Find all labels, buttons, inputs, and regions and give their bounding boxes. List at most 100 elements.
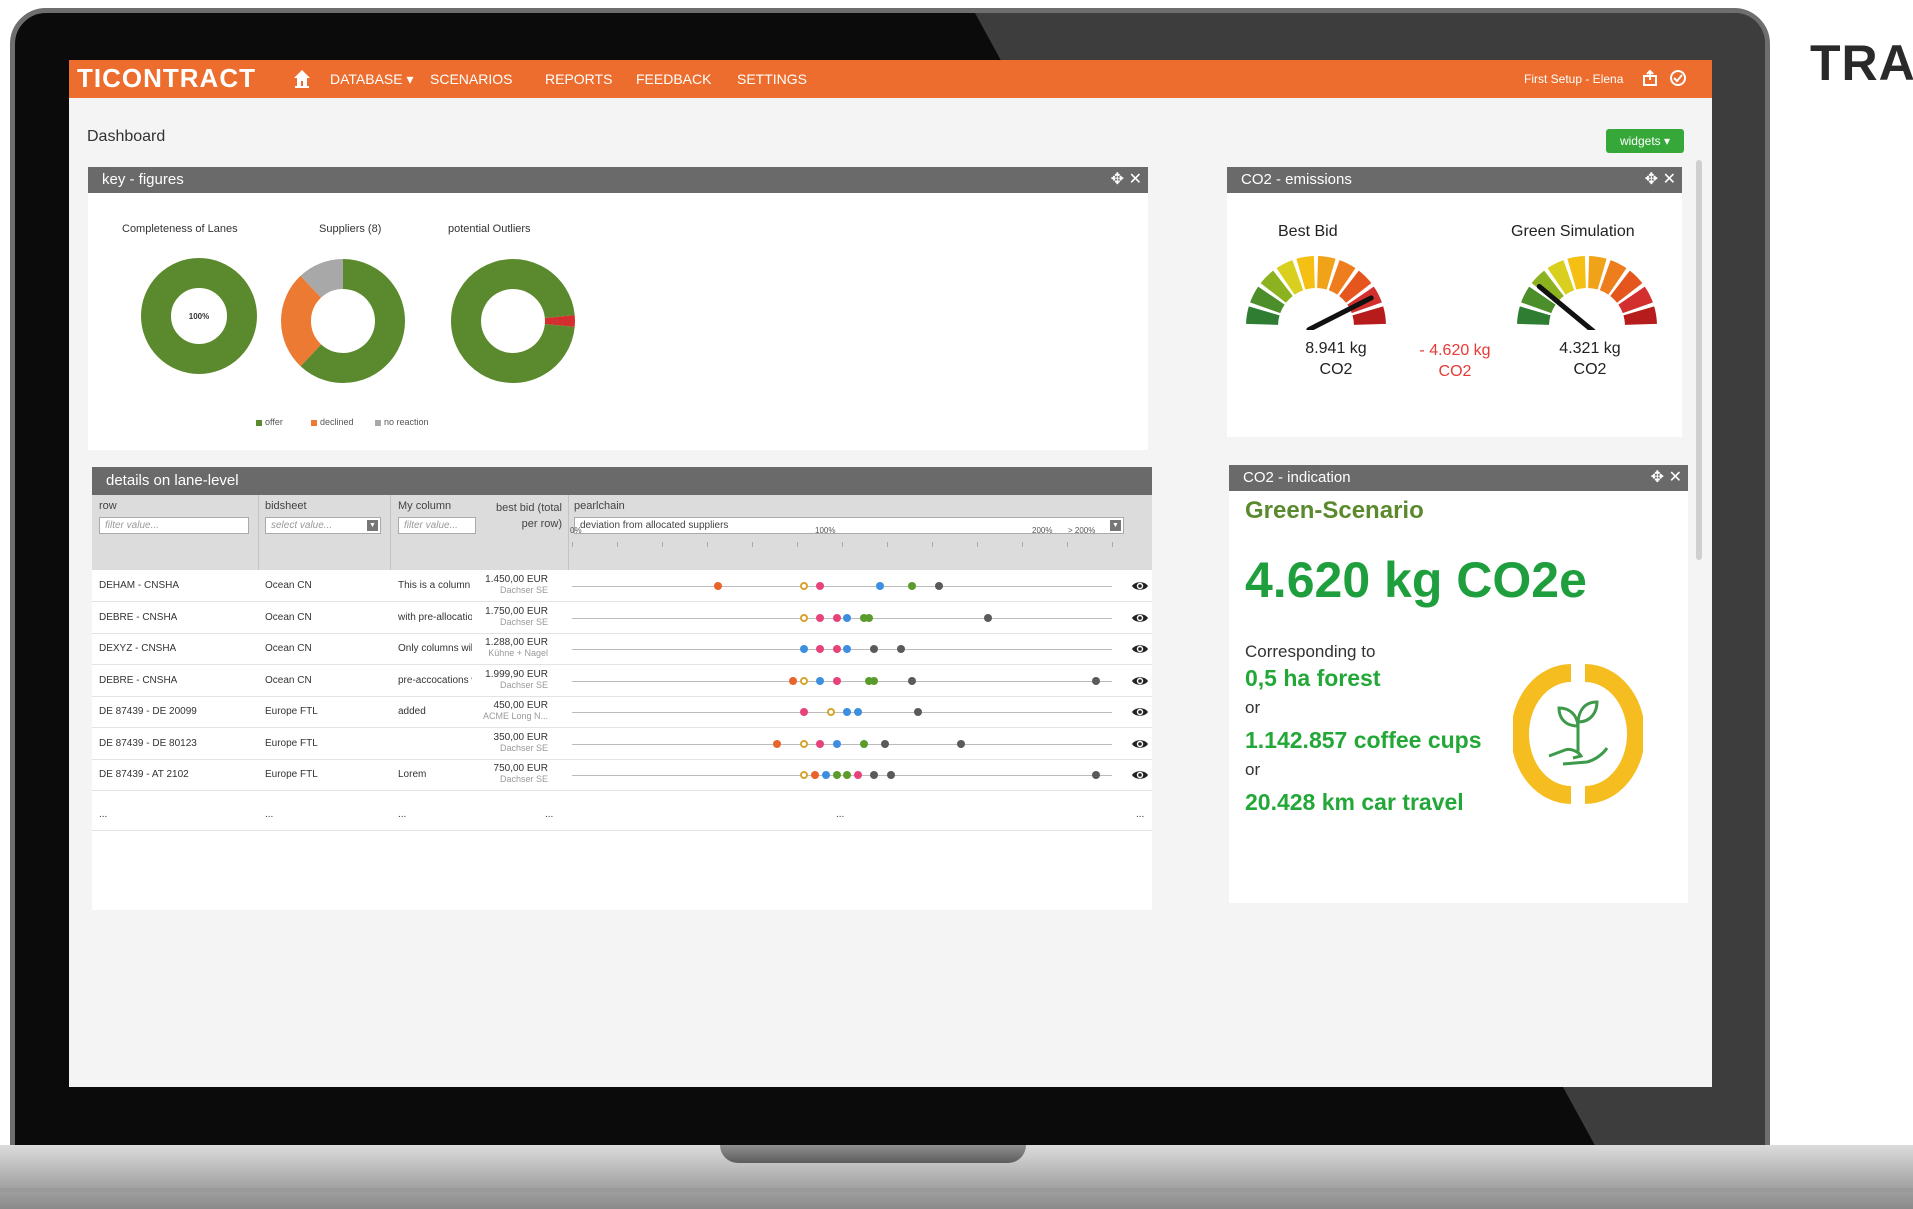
header-best-bid[interactable]: best bid (total per row) <box>482 500 562 532</box>
close-icon[interactable]: ✕ <box>1669 465 1682 491</box>
page-scrollbar-thumb[interactable] <box>1696 160 1702 560</box>
co2-difference-unit: CO2 <box>1438 363 1472 380</box>
pearl-dot[interactable] <box>832 676 841 685</box>
close-icon[interactable]: ✕ <box>1663 167 1676 193</box>
my-column-filter-input[interactable]: filter value... <box>398 517 476 534</box>
pearl-dot[interactable] <box>859 739 868 748</box>
pearl-dot[interactable] <box>913 708 922 716</box>
header-pearlchain[interactable]: pearlchain <box>574 500 625 512</box>
widgets-button[interactable]: widgets ▾ <box>1606 129 1684 153</box>
table-row[interactable]: DE 87439 - DE 80123 Europe FTL 350,00 EUR D… <box>92 729 1152 760</box>
panel-title[interactable]: CO2 - emissions <box>1227 167 1682 193</box>
pearl-dot[interactable] <box>713 582 722 590</box>
pearl-dot[interactable] <box>854 771 863 779</box>
cell-my-column: pre-accocations will <box>398 674 472 686</box>
suppliers-donut[interactable] <box>280 258 406 384</box>
pearl-dot[interactable] <box>908 582 917 590</box>
nav-reports[interactable]: REPORTS <box>545 71 612 87</box>
pearl-dot[interactable] <box>881 739 890 748</box>
panel-title[interactable]: details on lane-level <box>92 467 1152 495</box>
pearl-dot[interactable] <box>875 582 884 590</box>
pearl-dot[interactable] <box>843 645 852 653</box>
eye-icon[interactable] <box>1131 674 1149 688</box>
outliers-donut[interactable] <box>450 258 576 384</box>
header-my-column[interactable]: My column <box>398 500 451 512</box>
eye-icon[interactable] <box>1131 579 1149 593</box>
logout-icon[interactable] <box>1669 69 1687 87</box>
table-row[interactable]: DEHAM - CNSHA Ocean CN This is a column 1.4… <box>92 571 1152 602</box>
eye-icon[interactable] <box>1131 611 1149 625</box>
pearl-dot[interactable] <box>843 613 852 622</box>
table-row[interactable]: DEBRE - CNSHA Ocean CN with pre-allocation… <box>92 603 1152 634</box>
table-row[interactable]: DE 87439 - DE 20099 Europe FTL added 450,00… <box>92 697 1152 728</box>
completeness-donut[interactable]: 100% <box>141 258 257 374</box>
dropdown-arrow-icon[interactable]: ▼ <box>1110 520 1121 531</box>
pearl-dot[interactable] <box>854 708 863 716</box>
pearl-dot[interactable] <box>843 771 852 779</box>
table-row[interactable]: DE 87439 - AT 2102 Europe FTL Lorem 750,00 … <box>92 760 1152 791</box>
pearl-dot[interactable] <box>956 739 965 748</box>
table-row[interactable]: DEBRE - CNSHA Ocean CN pre-accocations wil… <box>92 666 1152 697</box>
pearl-dot[interactable] <box>832 739 841 748</box>
panel-title[interactable]: key - figures <box>88 167 1148 193</box>
pearl-dot[interactable] <box>843 708 852 716</box>
pearl-dot[interactable] <box>1091 771 1100 779</box>
pearl-dot[interactable] <box>935 582 944 590</box>
pearl-dot[interactable] <box>870 645 879 653</box>
move-icon[interactable]: ✥ <box>1651 465 1664 491</box>
pearl-dot[interactable] <box>886 771 895 779</box>
bidsheet-select[interactable]: select value... ▼ <box>265 517 381 534</box>
nav-settings[interactable]: SETTINGS <box>737 71 807 87</box>
header-bidsheet[interactable]: bidsheet <box>265 500 307 512</box>
pearl-dot[interactable] <box>897 645 906 653</box>
dropdown-arrow-icon[interactable]: ▼ <box>367 520 378 531</box>
pearl-dot[interactable] <box>816 582 825 590</box>
move-icon[interactable]: ✥ <box>1645 167 1658 193</box>
nav-scenarios[interactable]: SCENARIOS <box>430 71 512 87</box>
app-logo[interactable]: TICONTRACT <box>77 63 256 94</box>
eye-icon[interactable] <box>1131 642 1149 656</box>
pearl-dot[interactable] <box>816 645 825 653</box>
pearl-dot[interactable] <box>811 771 819 779</box>
pearl-dot[interactable] <box>800 645 809 653</box>
pearl-dot[interactable] <box>800 676 809 685</box>
nav-database[interactable]: DATABASE ▾ <box>330 71 414 88</box>
eye-icon[interactable] <box>1131 705 1149 719</box>
pearl-dot[interactable] <box>789 676 798 685</box>
export-icon[interactable] <box>1641 69 1659 87</box>
pearl-dot[interactable] <box>816 676 825 685</box>
eye-icon[interactable] <box>1131 768 1149 782</box>
table-row[interactable]: DEXYZ - CNSHA Ocean CN Only columns will 1.… <box>92 634 1152 665</box>
pearl-dot[interactable] <box>800 613 809 622</box>
move-icon[interactable]: ✥ <box>1111 167 1124 193</box>
close-icon[interactable]: ✕ <box>1129 167 1142 193</box>
pearl-dot[interactable] <box>827 708 836 716</box>
pearl-dot[interactable] <box>832 613 841 622</box>
pearl-dot[interactable] <box>800 582 809 590</box>
suppliers-segment-1[interactable] <box>281 275 322 367</box>
pearl-dot[interactable] <box>983 613 992 622</box>
suppliers-segment-2[interactable] <box>300 259 344 299</box>
home-icon[interactable] <box>292 68 312 88</box>
pearl-dot[interactable] <box>816 613 825 622</box>
pearl-dot[interactable] <box>821 771 830 779</box>
nav-feedback[interactable]: FEEDBACK <box>636 71 711 87</box>
pearl-dot[interactable] <box>908 676 917 685</box>
pearl-dot[interactable] <box>800 739 809 748</box>
row-filter-input[interactable]: filter value... <box>99 517 249 534</box>
pearl-dot[interactable] <box>870 676 879 685</box>
pearl-dot[interactable] <box>816 739 825 748</box>
lane-details-panel: details on lane-level row bidsheet My co… <box>92 467 1152 910</box>
pearl-dot[interactable] <box>800 771 809 779</box>
header-row[interactable]: row <box>99 500 117 512</box>
pearl-dot[interactable] <box>1091 676 1100 685</box>
pearl-dot[interactable] <box>870 771 879 779</box>
pearl-dot[interactable] <box>800 708 809 716</box>
pearl-dot[interactable] <box>865 613 873 622</box>
pearl-dot[interactable] <box>832 771 841 779</box>
pearl-dot[interactable] <box>832 645 841 653</box>
user-setup-label[interactable]: First Setup - Elena <box>1524 72 1623 86</box>
eye-icon[interactable] <box>1131 737 1149 751</box>
panel-title[interactable]: CO2 - indication <box>1229 465 1688 491</box>
pearl-dot[interactable] <box>773 739 782 748</box>
